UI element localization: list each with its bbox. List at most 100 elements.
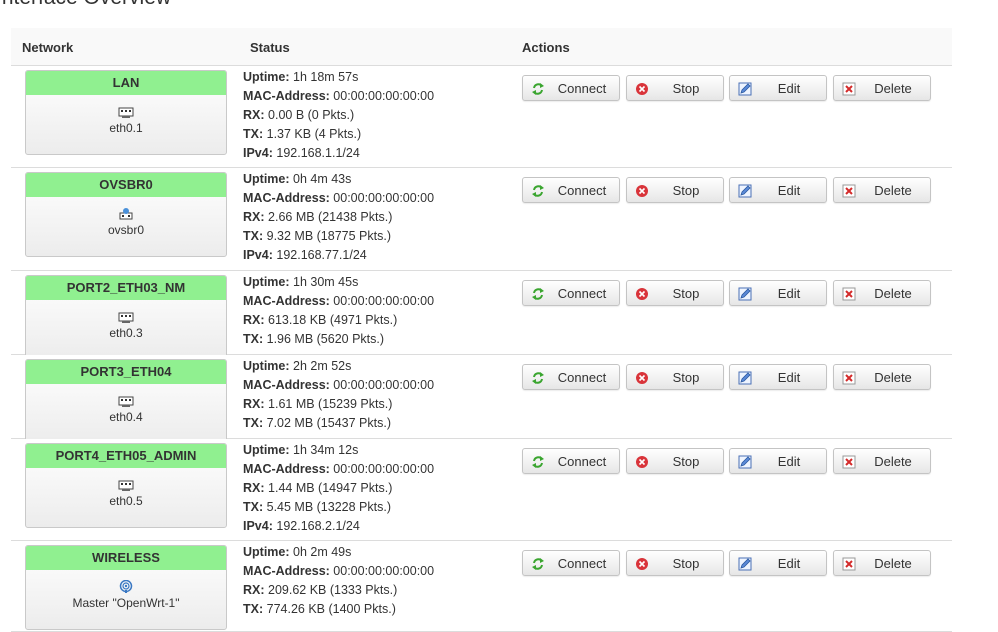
tx-value: 1.37 KB (4 Pkts.) (266, 127, 362, 141)
rx-value: 1.44 MB (14947 Pkts.) (268, 481, 393, 495)
edit-button[interactable]: Edit (729, 448, 827, 474)
stop-button[interactable]: Stop (626, 550, 724, 576)
edit-button[interactable]: Edit (729, 364, 827, 390)
interface-device: eth0.5 (109, 494, 143, 508)
tx-line: TX: 1.37 KB (4 Pkts.) (243, 127, 362, 141)
interface-actions: Connect Stop Edit Delete (522, 75, 934, 103)
uptime-line: Uptime: 1h 34m 12s (243, 443, 359, 457)
connect-button[interactable]: Connect (522, 75, 620, 101)
interface-name: PORT3_ETH04 (26, 360, 226, 384)
interface-device: eth0.4 (109, 410, 143, 424)
stop-button[interactable]: Stop (626, 177, 724, 203)
tx-line: TX: 774.26 KB (1400 Pkts.) (243, 602, 396, 616)
table-row: LAN eth0.1 Uptime: 1h 18m 57s MAC-Addres… (11, 66, 952, 168)
delete-button[interactable]: Delete (833, 448, 931, 474)
bridge-icon (118, 207, 134, 221)
reconnect-icon (531, 557, 545, 571)
mac-value: 00:00:00:00:00:00 (333, 462, 435, 476)
rx-line: RX: 209.62 KB (1333 Pkts.) (243, 583, 398, 597)
connect-button[interactable]: Connect (522, 448, 620, 474)
interface-badge: OVSBR0 ovsbr0 (25, 172, 227, 257)
header-network: Network (22, 40, 74, 55)
stop-button[interactable]: Stop (626, 280, 724, 306)
interface-name: PORT4_ETH05_ADMIN (26, 444, 226, 468)
stop-icon (635, 82, 649, 96)
connect-button[interactable]: Connect (522, 364, 620, 390)
delete-button[interactable]: Delete (833, 280, 931, 306)
stop-button[interactable]: Stop (626, 448, 724, 474)
uptime-value: 1h 30m 45s (293, 275, 359, 289)
interface-status: Uptime: 1h 30m 45s MAC-Address: 00:00:00… (243, 273, 434, 349)
reconnect-icon (531, 287, 545, 301)
interface-actions: Connect Stop Edit Delete (522, 364, 934, 392)
ipv4-value: 192.168.77.1/24 (276, 248, 367, 262)
delete-button[interactable]: Delete (833, 75, 931, 101)
uptime-value: 0h 4m 43s (293, 172, 352, 186)
reconnect-icon (531, 371, 545, 385)
interface-actions: Connect Stop Edit Delete (522, 550, 934, 578)
delete-icon (842, 82, 856, 96)
interface-name: WIRELESS (26, 546, 226, 570)
tx-line: TX: 7.02 MB (15437 Pkts.) (243, 416, 391, 430)
interface-badge: PORT2_ETH03_NM eth0.3 (25, 275, 227, 360)
edit-icon (738, 455, 752, 469)
uptime-value: 1h 18m 57s (293, 70, 359, 84)
interface-actions: Connect Stop Edit Delete (522, 280, 934, 308)
mac-value: 00:00:00:00:00:00 (333, 191, 435, 205)
rx-line: RX: 2.66 MB (21438 Pkts.) (243, 210, 393, 224)
header-status: Status (250, 40, 290, 55)
interface-device: eth0.1 (109, 121, 143, 135)
rx-value: 209.62 KB (1333 Pkts.) (268, 583, 398, 597)
delete-icon (842, 557, 856, 571)
stop-button[interactable]: Stop (626, 75, 724, 101)
edit-button[interactable]: Edit (729, 75, 827, 101)
delete-icon (842, 184, 856, 198)
interface-badge: PORT3_ETH04 eth0.4 (25, 359, 227, 444)
connect-button[interactable]: Connect (522, 550, 620, 576)
tx-value: 5.45 MB (13228 Pkts.) (266, 500, 391, 514)
rx-line: RX: 613.18 KB (4971 Pkts.) (243, 313, 398, 327)
interface-status: Uptime: 2h 2m 52s MAC-Address: 00:00:00:… (243, 357, 434, 433)
interface-badge: WIRELESS Master "OpenWrt-1" (25, 545, 227, 630)
tx-line: TX: 1.96 MB (5620 Pkts.) (243, 332, 385, 346)
edit-button[interactable]: Edit (729, 177, 827, 203)
tx-line: TX: 5.45 MB (13228 Pkts.) (243, 500, 391, 514)
delete-icon (842, 371, 856, 385)
reconnect-icon (531, 184, 545, 198)
interface-name: LAN (26, 71, 226, 95)
delete-icon (842, 287, 856, 301)
ethernet-port-icon (118, 394, 134, 408)
interface-status: Uptime: 1h 18m 57s MAC-Address: 00:00:00… (243, 68, 434, 163)
connect-button[interactable]: Connect (522, 177, 620, 203)
rx-value: 2.66 MB (21438 Pkts.) (268, 210, 393, 224)
connect-button[interactable]: Connect (522, 280, 620, 306)
header-actions: Actions (522, 40, 570, 55)
mac-line: MAC-Address: 00:00:00:00:00:00 (243, 378, 435, 392)
rx-value: 613.18 KB (4971 Pkts.) (268, 313, 398, 327)
delete-button[interactable]: Delete (833, 364, 931, 390)
stop-button[interactable]: Stop (626, 364, 724, 390)
mac-value: 00:00:00:00:00:00 (333, 378, 435, 392)
delete-button[interactable]: Delete (833, 550, 931, 576)
table-row: PORT3_ETH04 eth0.4 Uptime: 2h 2m 52s MAC… (11, 355, 952, 444)
rx-line: RX: 0.00 B (0 Pkts.) (243, 108, 355, 122)
uptime-line: Uptime: 0h 4m 43s (243, 172, 352, 186)
wifi-icon (118, 579, 134, 594)
mac-line: MAC-Address: 00:00:00:00:00:00 (243, 89, 435, 103)
delete-icon (842, 455, 856, 469)
interface-table: Network Status Actions LAN eth0.1 Uptime… (11, 28, 952, 632)
mac-line: MAC-Address: 00:00:00:00:00:00 (243, 462, 435, 476)
delete-button[interactable]: Delete (833, 177, 931, 203)
interface-name: OVSBR0 (26, 173, 226, 197)
mac-value: 00:00:00:00:00:00 (333, 564, 435, 578)
reconnect-icon (531, 82, 545, 96)
rx-value: 0.00 B (0 Pkts.) (268, 108, 355, 122)
stop-icon (635, 455, 649, 469)
table-row: PORT4_ETH05_ADMIN eth0.5 Uptime: 1h 34m … (11, 439, 952, 541)
interface-rows: LAN eth0.1 Uptime: 1h 18m 57s MAC-Addres… (11, 66, 952, 632)
mac-line: MAC-Address: 00:00:00:00:00:00 (243, 294, 435, 308)
edit-button[interactable]: Edit (729, 280, 827, 306)
edit-button[interactable]: Edit (729, 550, 827, 576)
tx-value: 1.96 MB (5620 Pkts.) (266, 332, 385, 346)
uptime-value: 1h 34m 12s (293, 443, 359, 457)
